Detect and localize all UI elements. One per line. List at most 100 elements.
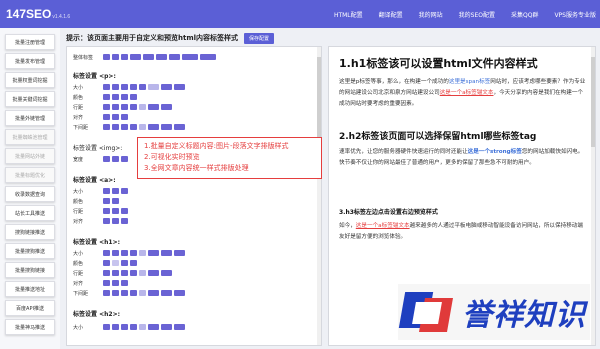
option-chip[interactable] — [121, 250, 128, 256]
sidebar-item[interactable]: 批量推送地址 — [5, 281, 55, 297]
option-chip[interactable] — [161, 84, 172, 90]
anchor-link[interactable]: 这是一个a标签锚文本 — [440, 90, 494, 96]
option-chip[interactable] — [139, 324, 146, 330]
option-chip[interactable] — [161, 104, 172, 110]
option-chip[interactable] — [103, 114, 110, 120]
option-chip[interactable] — [112, 94, 119, 100]
sidebar-item[interactable]: 批量搜狗推送 — [5, 243, 55, 259]
option-chip[interactable] — [121, 270, 128, 276]
option-chip[interactable] — [130, 84, 137, 90]
option-chip[interactable] — [200, 54, 216, 60]
option-chip[interactable] — [103, 290, 110, 296]
option-chip[interactable] — [103, 94, 110, 100]
option-chip[interactable] — [139, 104, 146, 110]
option-chip[interactable] — [148, 290, 159, 296]
option-chip[interactable] — [169, 54, 180, 60]
option-chip[interactable] — [121, 260, 128, 266]
option-chip[interactable] — [121, 290, 128, 296]
sidebar-item[interactable]: 收录数据查询 — [5, 186, 55, 202]
sidebar-item[interactable]: 批量搜狗链接 — [5, 262, 55, 278]
option-chip[interactable] — [103, 208, 110, 214]
option-chip[interactable] — [112, 198, 119, 204]
nav-seo-config[interactable]: 我的SEO配置 — [459, 10, 495, 19]
option-chip[interactable] — [139, 84, 146, 90]
option-chip[interactable] — [130, 124, 137, 130]
option-chip[interactable] — [174, 124, 185, 130]
option-chip[interactable] — [161, 270, 172, 276]
option-chip[interactable] — [139, 290, 146, 296]
option-chip[interactable] — [130, 104, 137, 110]
option-chip[interactable] — [121, 54, 128, 60]
option-chip[interactable] — [143, 54, 154, 60]
option-chip[interactable] — [121, 208, 128, 214]
nav-my-sites[interactable]: 我的网站 — [419, 10, 443, 19]
option-chip[interactable] — [112, 250, 119, 256]
option-chip[interactable] — [148, 324, 159, 330]
option-chip[interactable] — [130, 270, 137, 276]
option-chip[interactable] — [139, 270, 146, 276]
option-chip[interactable] — [121, 114, 128, 120]
option-chip[interactable] — [161, 250, 172, 256]
option-chip[interactable] — [121, 324, 128, 330]
sidebar-item[interactable]: 批量发布管理 — [5, 53, 55, 69]
scrollbar-thumb[interactable] — [591, 57, 595, 147]
option-chip[interactable] — [112, 270, 119, 276]
save-config-button[interactable]: 保存配置 — [244, 32, 275, 44]
app-logo[interactable]: 147SEOv1.4.1.6 — [0, 7, 70, 21]
nav-vps[interactable]: VPS服务专业版 — [554, 10, 596, 19]
option-chip[interactable] — [156, 54, 167, 60]
option-chip[interactable] — [130, 250, 137, 256]
option-chip[interactable] — [148, 104, 159, 110]
option-chip[interactable] — [112, 280, 119, 286]
option-chip[interactable] — [103, 104, 110, 110]
option-chip[interactable] — [103, 270, 110, 276]
option-chip[interactable] — [161, 124, 172, 130]
option-chip[interactable] — [161, 324, 172, 330]
option-chip[interactable] — [112, 208, 119, 214]
option-chip[interactable] — [121, 218, 128, 224]
option-chip[interactable] — [112, 290, 119, 296]
option-chip[interactable] — [148, 250, 159, 256]
option-chip[interactable] — [112, 54, 119, 60]
option-chip[interactable] — [112, 114, 119, 120]
option-chip[interactable] — [161, 290, 172, 296]
scrollbar-thumb[interactable] — [317, 57, 321, 147]
sidebar-item[interactable]: 批量标题优化 — [5, 167, 55, 183]
sidebar-item[interactable]: 批量蜘蛛池管理 — [5, 129, 55, 145]
sidebar-item[interactable]: 站长工具推送 — [5, 205, 55, 221]
option-chip[interactable] — [174, 324, 185, 330]
option-chip[interactable] — [182, 54, 198, 60]
option-chip[interactable] — [112, 104, 119, 110]
sidebar-item[interactable]: 批量关键词挖掘 — [5, 91, 55, 107]
option-chip[interactable] — [112, 124, 119, 130]
sidebar-item[interactable]: 批量权重词挖掘 — [5, 72, 55, 88]
nav-qq-group[interactable]: 采集QQ群 — [511, 10, 538, 19]
option-chip[interactable] — [103, 280, 110, 286]
anchor-link[interactable]: 这是一个a标签锚文本 — [356, 223, 410, 229]
nav-translate-config[interactable]: 翻译配置 — [379, 10, 403, 19]
option-chip[interactable] — [130, 290, 137, 296]
option-chip[interactable] — [174, 84, 185, 90]
sidebar-item[interactable]: 批量神马推送 — [5, 319, 55, 335]
option-chip[interactable] — [148, 124, 159, 130]
option-chip[interactable] — [121, 188, 128, 194]
option-chip[interactable] — [112, 218, 119, 224]
option-chip[interactable] — [103, 324, 110, 330]
option-chip[interactable] — [139, 250, 146, 256]
left-scrollbar[interactable] — [317, 47, 321, 345]
option-chip[interactable] — [121, 104, 128, 110]
option-chip[interactable] — [130, 324, 137, 330]
option-chip[interactable] — [121, 84, 128, 90]
option-chip[interactable] — [112, 84, 119, 90]
option-chip[interactable] — [103, 250, 110, 256]
option-chip[interactable] — [148, 270, 159, 276]
option-chip[interactable] — [112, 260, 119, 266]
option-chip[interactable] — [121, 280, 128, 286]
option-chip[interactable] — [103, 198, 110, 204]
option-chip[interactable] — [103, 54, 110, 60]
option-chip[interactable] — [103, 124, 110, 130]
option-chip[interactable] — [148, 84, 159, 90]
sidebar-item[interactable]: 批量注册管理 — [5, 34, 55, 50]
option-chip[interactable] — [103, 260, 110, 266]
option-chip[interactable] — [130, 94, 137, 100]
